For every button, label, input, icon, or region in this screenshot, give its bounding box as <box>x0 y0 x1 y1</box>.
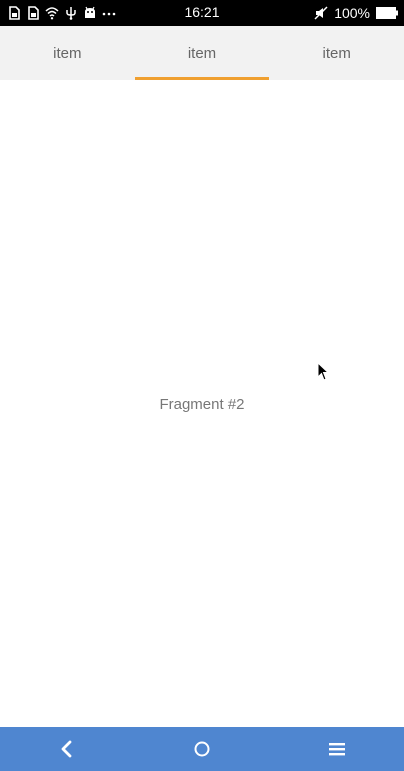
home-icon <box>194 741 210 757</box>
battery-icon <box>376 7 398 19</box>
tab-label: item <box>322 44 351 62</box>
tab-label: item <box>187 44 217 62</box>
mute-icon <box>314 6 328 20</box>
fragment-label: Fragment #2 <box>159 396 245 413</box>
tab-bar: item item item <box>0 26 404 80</box>
status-bar: 16:21 100% <box>0 0 404 26</box>
menu-button[interactable] <box>269 727 404 771</box>
menu-icon <box>328 743 345 756</box>
tab-1[interactable]: item <box>0 26 135 80</box>
tab-label: item <box>53 44 82 62</box>
navigation-bar <box>0 727 404 771</box>
back-icon <box>61 740 72 758</box>
mouse-cursor-icon <box>317 362 329 381</box>
battery-percent: 100% <box>334 5 370 21</box>
tab-3[interactable]: item <box>269 26 404 80</box>
status-icons-right: 100% <box>314 5 398 21</box>
screen: 16:21 100% item item item Fragment #2 <box>0 0 404 771</box>
fragment-content: Fragment #2 <box>0 80 404 727</box>
tab-2[interactable]: item <box>134 26 270 80</box>
home-button[interactable] <box>135 727 270 771</box>
back-button[interactable] <box>0 727 135 771</box>
